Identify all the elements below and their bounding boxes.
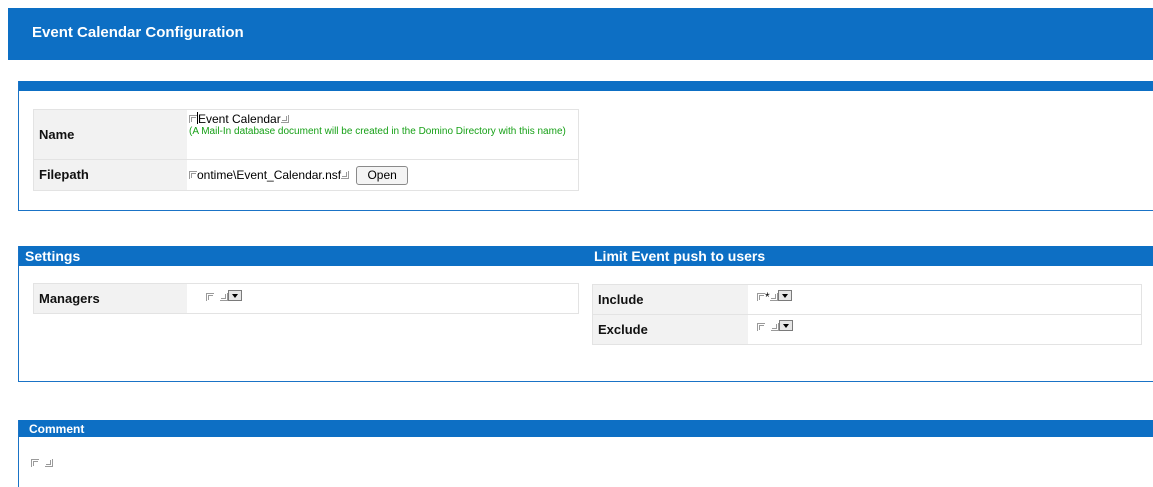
field-close-marker-icon — [341, 171, 350, 179]
limit-push-table: Include * Exclude — [592, 284, 1142, 345]
field-close-marker-icon — [771, 323, 779, 331]
managers-table: Managers — [33, 283, 579, 314]
name-input[interactable]: Event Calendar — [198, 112, 281, 126]
comment-section: Comment — [18, 420, 1153, 487]
settings-heading: Settings — [25, 248, 81, 264]
page-title: Event Calendar Configuration — [32, 24, 244, 41]
exclude-dropdown-icon[interactable] — [779, 320, 793, 331]
managers-label: Managers — [34, 284, 187, 313]
field-close-marker-icon — [220, 293, 228, 301]
filepath-field[interactable]: ontime\Event_Calendar.nsf Open — [189, 160, 577, 190]
filepath-input[interactable]: ontime\Event_Calendar.nsf — [197, 168, 341, 182]
name-field[interactable]: Event Calendar (A Mail-In database docum… — [189, 112, 577, 158]
field-open-marker-icon — [189, 171, 197, 179]
comment-field[interactable] — [31, 456, 53, 470]
exclude-field[interactable] — [757, 320, 793, 338]
settings-section: Settings Limit Event push to users Manag… — [18, 246, 1153, 382]
basics-table: Name Event Calendar (A Mail-In database … — [33, 109, 579, 191]
include-label: Include — [593, 285, 748, 314]
include-dropdown-icon[interactable] — [777, 290, 792, 301]
name-label: Name — [34, 110, 187, 159]
open-button[interactable]: Open — [356, 165, 408, 185]
field-open-marker-icon — [31, 459, 39, 467]
comment-section-header: Comment — [19, 420, 1153, 437]
field-close-marker-icon — [45, 459, 53, 467]
field-open-marker-icon — [206, 293, 214, 301]
field-close-marker-icon — [769, 293, 778, 301]
limit-push-heading: Limit Event push to users — [594, 248, 766, 264]
filepath-label: Filepath — [34, 160, 187, 190]
basics-section-header — [19, 81, 1153, 91]
managers-field[interactable] — [206, 290, 242, 308]
field-close-marker-icon — [280, 115, 289, 123]
managers-dropdown-icon[interactable] — [228, 290, 242, 301]
comment-heading: Comment — [29, 422, 85, 436]
exclude-label: Exclude — [593, 315, 748, 344]
basics-section: Name Event Calendar (A Mail-In database … — [18, 81, 1153, 211]
settings-section-header: Settings Limit Event push to users — [19, 246, 1153, 266]
field-open-marker-icon — [757, 293, 765, 301]
field-open-marker-icon — [757, 323, 765, 331]
field-open-marker-icon — [189, 115, 197, 123]
page-header: Event Calendar Configuration — [8, 8, 1153, 60]
name-hint: (A Mail-In database document will be cre… — [189, 126, 566, 137]
include-field[interactable]: * — [757, 290, 792, 308]
